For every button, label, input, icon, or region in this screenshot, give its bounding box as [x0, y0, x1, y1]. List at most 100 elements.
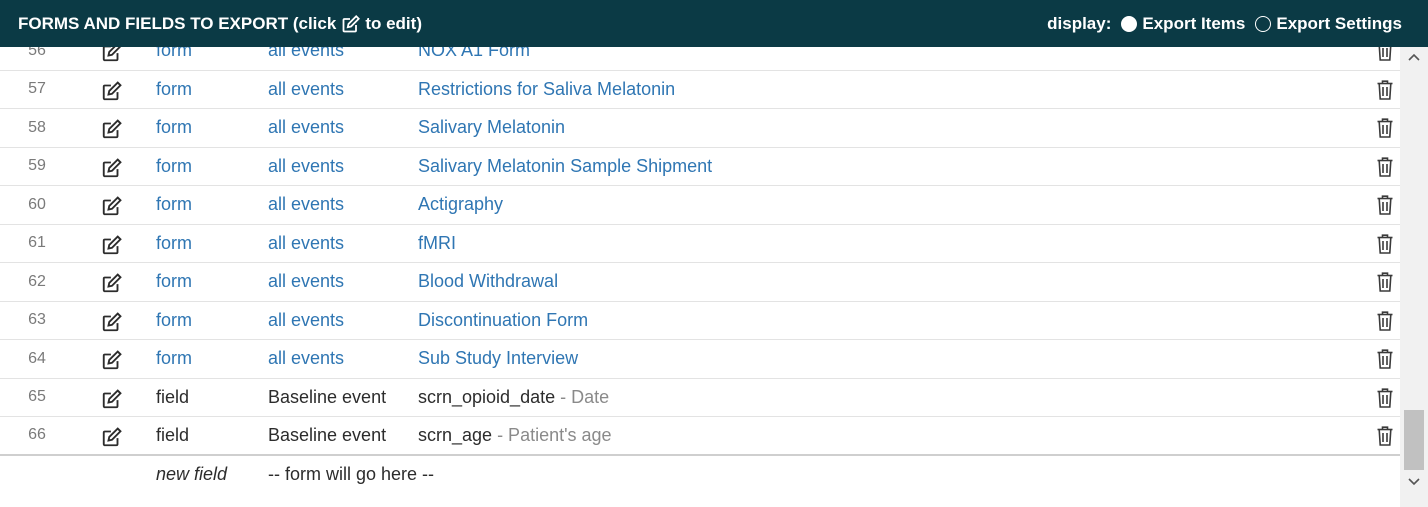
header-title: FORMS AND FIELDS TO EXPORT (click to edi…: [18, 14, 422, 34]
item-event: all events: [268, 155, 345, 176]
item-event: all events: [268, 47, 345, 61]
item-name-cell: Actigraphy: [418, 194, 503, 215]
form-placeholder: -- form will go here --: [268, 464, 435, 484]
edit-icon[interactable]: [101, 157, 123, 179]
header-title-prefix: FORMS AND FIELDS TO EXPORT (click: [18, 13, 337, 33]
item-name[interactable]: fMRI: [418, 233, 456, 253]
chevron-down-icon[interactable]: [1400, 472, 1428, 492]
item-event: all events: [268, 271, 345, 292]
trash-icon[interactable]: [1376, 156, 1394, 178]
new-field-row: new field -- form will go here --: [0, 456, 1400, 494]
row-number: 60: [28, 195, 46, 213]
item-name[interactable]: Salivary Melatonin Sample Shipment: [418, 156, 712, 176]
vertical-scrollbar[interactable]: [1400, 47, 1428, 507]
list-item: 61 form all events fMRI: [0, 225, 1400, 263]
item-event: all events: [268, 117, 345, 138]
row-number: 58: [28, 118, 46, 136]
export-items-list: 56 form all events NOX A1 Form 57 form all eve…: [0, 47, 1400, 507]
edit-icon[interactable]: [101, 388, 123, 410]
edit-icon[interactable]: [101, 426, 123, 448]
item-name[interactable]: Restrictions for Saliva Melatonin: [418, 79, 675, 99]
edit-icon[interactable]: [101, 195, 123, 217]
trash-icon[interactable]: [1376, 117, 1394, 139]
item-name-cell: fMRI: [418, 233, 456, 254]
list-item: 58 form all events Salivary Melatonin: [0, 109, 1400, 148]
edit-icon[interactable]: [101, 311, 123, 333]
trash-icon[interactable]: [1376, 47, 1394, 62]
export-settings-option[interactable]: Export Settings: [1255, 14, 1402, 34]
scrollbar-thumb[interactable]: [1404, 410, 1424, 470]
trash-icon[interactable]: [1376, 233, 1394, 255]
row-number: 63: [28, 311, 46, 329]
trash-icon[interactable]: [1376, 79, 1394, 101]
list-item: 59 form all events Salivary Melatonin Sampl…: [0, 148, 1400, 186]
edit-icon[interactable]: [101, 349, 123, 371]
item-name[interactable]: Discontinuation Form: [418, 310, 588, 330]
item-name-cell: Sub Study Interview: [418, 348, 578, 369]
item-name-cell: scrn_age - Patient's age: [418, 425, 612, 446]
edit-icon[interactable]: [101, 118, 123, 140]
item-event: all events: [268, 348, 345, 369]
row-number: 62: [28, 272, 46, 290]
trash-icon[interactable]: [1376, 310, 1394, 332]
item-event: all events: [268, 309, 345, 330]
export-settings-label[interactable]: Export Settings: [1276, 14, 1402, 34]
trash-icon[interactable]: [1376, 194, 1394, 216]
item-type: form: [156, 348, 192, 369]
item-name[interactable]: Salivary Melatonin: [418, 117, 565, 137]
row-number: 65: [28, 388, 46, 406]
list-item: 65 field Baseline event scrn_opioid_date - …: [0, 379, 1400, 417]
display-toggle: display: Export Items Export Settings: [1047, 14, 1402, 34]
edit-icon: [341, 14, 361, 34]
row-number: 56: [28, 47, 46, 59]
item-type: form: [156, 47, 192, 61]
radio-export-settings[interactable]: [1255, 15, 1272, 32]
item-type: field: [156, 424, 190, 445]
item-type: form: [156, 232, 192, 253]
radio-export-items[interactable]: [1121, 15, 1138, 32]
edit-icon[interactable]: [101, 47, 123, 63]
row-number: 64: [28, 349, 46, 367]
item-name-cell: Discontinuation Form: [418, 310, 588, 331]
display-label: display:: [1047, 13, 1112, 33]
item-type: form: [156, 155, 192, 176]
item-type: field: [156, 386, 190, 407]
trash-icon[interactable]: [1376, 387, 1394, 409]
item-name: scrn_opioid_date: [418, 386, 556, 407]
item-type: form: [156, 271, 192, 292]
item-name[interactable]: NOX A1 Form: [418, 47, 530, 60]
item-description: - Patient's age: [492, 424, 612, 445]
item-name-cell: NOX A1 Form: [418, 47, 530, 61]
item-name[interactable]: Sub Study Interview: [418, 348, 578, 368]
item-name[interactable]: Blood Withdrawal: [418, 271, 558, 291]
new-field-label: new field: [156, 464, 228, 484]
item-type: form: [156, 78, 192, 99]
export-items-option[interactable]: Export Items: [1121, 14, 1245, 34]
list-item: 56 form all events NOX A1 Form: [0, 47, 1400, 71]
item-name-cell: Salivary Melatonin Sample Shipment: [418, 156, 712, 177]
item-name: scrn_age: [418, 424, 493, 445]
item-event: Baseline event: [268, 386, 387, 407]
item-event: all events: [268, 232, 345, 253]
trash-icon[interactable]: [1376, 348, 1394, 370]
item-name-cell: Blood Withdrawal: [418, 271, 558, 292]
item-description: - Date: [555, 386, 610, 407]
trash-icon[interactable]: [1376, 425, 1394, 447]
item-type: form: [156, 194, 192, 215]
list-item: 62 form all events Blood Withdrawal: [0, 263, 1400, 302]
trash-icon[interactable]: [1376, 271, 1394, 293]
edit-icon[interactable]: [101, 80, 123, 102]
list-item: 64 form all events Sub Study Interview: [0, 340, 1400, 379]
export-header: FORMS AND FIELDS TO EXPORT (click to edi…: [0, 0, 1428, 47]
export-items-label[interactable]: Export Items: [1142, 14, 1245, 34]
list-item: 60 form all events Actigraphy: [0, 186, 1400, 225]
item-type: form: [156, 309, 192, 330]
list-item: 63 form all events Discontinuation Form: [0, 302, 1400, 340]
row-number: 66: [28, 426, 46, 444]
rows-container: 56 form all events NOX A1 Form 57 form all eve…: [0, 47, 1400, 494]
item-name[interactable]: Actigraphy: [418, 194, 503, 214]
chevron-up-icon[interactable]: [1400, 47, 1428, 67]
edit-icon[interactable]: [101, 234, 123, 256]
edit-icon[interactable]: [101, 272, 123, 294]
item-name-cell: Restrictions for Saliva Melatonin: [418, 79, 675, 100]
